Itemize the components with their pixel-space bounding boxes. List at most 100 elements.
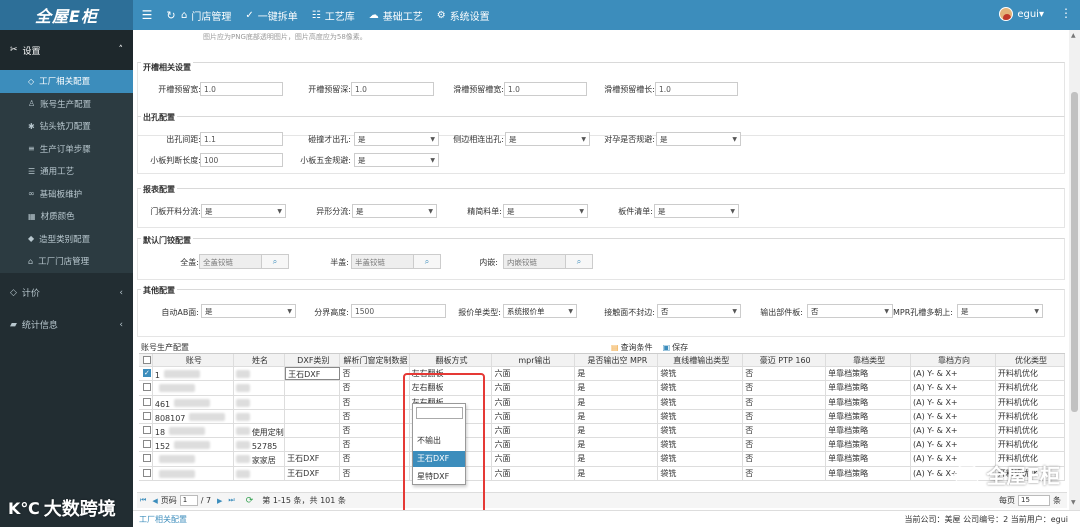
- grid-cell[interactable]: 开料机优化: [996, 381, 1066, 395]
- grid-cell[interactable]: 袋铣: [658, 452, 744, 466]
- grid-cell[interactable]: 否: [340, 381, 410, 395]
- select-shape-split[interactable]: 是 ▼: [352, 204, 437, 218]
- grid-cell[interactable]: 单靠档策略: [826, 381, 912, 395]
- select-all-checkbox[interactable]: [143, 356, 152, 364]
- sidebar-item-material-color[interactable]: ▦ 材质颜色: [0, 205, 133, 228]
- menu-toggle-icon[interactable]: ☰: [133, 8, 161, 22]
- grid-cell[interactable]: 否: [340, 452, 410, 466]
- cell-name[interactable]: [234, 466, 286, 480]
- grid-cell[interactable]: 单靠档策略: [826, 438, 912, 452]
- sidebar-group-stats[interactable]: ▰ 统计信息 ‹: [0, 309, 133, 341]
- column-header[interactable]: 翻板方式: [410, 354, 493, 367]
- grid-cell[interactable]: 是: [575, 423, 659, 438]
- select-output-part[interactable]: 否 ▼: [807, 304, 893, 318]
- table-row[interactable]: 461否左右翻板六面是袋铣否单靠档策略(A) Y- & X+开料机优化: [139, 395, 1066, 410]
- sidebar-item-factory-config[interactable]: ◇ 工厂相关配置: [0, 70, 133, 93]
- refresh-grid-icon[interactable]: ⟳: [246, 496, 254, 506]
- select-simple-list[interactable]: 是 ▼: [503, 204, 588, 218]
- grid-cell[interactable]: 否: [340, 423, 410, 438]
- grid-cell[interactable]: 是: [575, 466, 659, 480]
- column-header[interactable]: 是否输出空 MPR: [575, 354, 659, 367]
- sidebar-item-order-steps[interactable]: ≡ 生产订单步骤: [0, 138, 133, 161]
- grid-cell[interactable]: 否: [743, 367, 827, 381]
- column-header[interactable]: 豪迈 PTP 160: [743, 354, 827, 367]
- column-header[interactable]: 直线槽输出类型: [658, 354, 744, 367]
- select-avoid[interactable]: 是 ▼: [656, 132, 741, 146]
- grid-cell[interactable]: 六面: [492, 466, 576, 480]
- nav-process-library[interactable]: ☷ 工艺库: [312, 8, 355, 23]
- cell-name[interactable]: 52785: [234, 438, 286, 452]
- grid-cell[interactable]: 袋铣: [658, 367, 744, 381]
- refresh-icon[interactable]: ↻: [161, 9, 181, 22]
- header-checkbox-cell[interactable]: [139, 354, 153, 367]
- cell-name[interactable]: [234, 367, 286, 381]
- grid-cell[interactable]: 六面: [492, 438, 576, 452]
- grid-cell[interactable]: 是: [575, 395, 659, 409]
- grid-cell[interactable]: 否: [743, 423, 827, 438]
- grid-cell[interactable]: 开料机优化: [996, 423, 1066, 438]
- column-header[interactable]: 优化类型: [996, 354, 1066, 367]
- grid-cell[interactable]: 是: [575, 452, 659, 466]
- sidebar-item-general-process[interactable]: ☰ 通用工艺: [0, 160, 133, 183]
- row-checkbox[interactable]: [143, 468, 151, 477]
- row-checkbox-cell[interactable]: [139, 367, 153, 381]
- row-checkbox-cell[interactable]: [139, 438, 153, 452]
- grid-cell[interactable]: 单靠档策略: [826, 423, 912, 438]
- user-menu[interactable]: egui ▾: [999, 7, 1044, 21]
- cell-account[interactable]: 1: [153, 367, 234, 381]
- row-checkbox-cell[interactable]: [139, 466, 153, 480]
- select-small-hw[interactable]: 是 ▼: [354, 153, 439, 167]
- row-checkbox[interactable]: [143, 454, 151, 463]
- grid-cell[interactable]: 开料机优化: [996, 395, 1066, 409]
- grid-cell[interactable]: 否: [340, 438, 410, 452]
- grid-cell[interactable]: (A) Y- & X+: [911, 438, 996, 452]
- grid-cell[interactable]: 否: [340, 395, 410, 409]
- cell-dxf-type[interactable]: 王石DXF: [285, 466, 341, 480]
- grid-cell[interactable]: 六面: [492, 423, 576, 438]
- input-slide-length[interactable]: 1.0: [655, 82, 738, 96]
- select-contact-edge[interactable]: 否 ▼: [657, 304, 741, 318]
- grid-cell[interactable]: 否: [743, 409, 827, 423]
- table-row[interactable]: 家家居王石DXF否左右翻板六面是袋铣否单靠档策略(A) Y- & X+开料机优化: [139, 452, 1066, 467]
- cell-account[interactable]: [153, 466, 234, 480]
- cell-account[interactable]: [153, 452, 234, 466]
- row-checkbox[interactable]: [143, 367, 151, 380]
- row-checkbox-cell[interactable]: [139, 409, 153, 423]
- cell-dxf-type[interactable]: 王石DXF: [285, 367, 341, 381]
- select-collide[interactable]: 是 ▼: [354, 132, 439, 146]
- input-slot-depth[interactable]: 1.0: [351, 82, 434, 96]
- grid-cell[interactable]: 单靠档策略: [826, 452, 912, 466]
- sidebar-group-settings[interactable]: ✂ 设置 ˄: [0, 30, 133, 70]
- grid-cell[interactable]: 开料机优化: [996, 409, 1066, 423]
- page-input[interactable]: 1: [179, 495, 198, 506]
- scrollbar-thumb[interactable]: [1071, 92, 1078, 412]
- column-header[interactable]: 靠档方向: [911, 354, 996, 367]
- select-auto-ab[interactable]: 是 ▼: [201, 304, 296, 318]
- select-quote-type[interactable]: 系统报价单 ▼: [503, 304, 577, 318]
- table-row[interactable]: 18使用定制否左右翻板六面是袋铣否单靠档策略(A) Y- & X+开料机优化: [139, 423, 1066, 439]
- page-scrollbar[interactable]: ▲ ▼: [1069, 30, 1080, 510]
- next-page-icon[interactable]: ▶: [217, 497, 222, 505]
- input-inset[interactable]: 内嵌铰链: [503, 254, 567, 269]
- cell-dxf-type[interactable]: [285, 395, 341, 409]
- select-board-list[interactable]: 是 ▼: [654, 204, 739, 218]
- cell-account[interactable]: [153, 381, 234, 395]
- grid-cell[interactable]: 袋铣: [658, 395, 744, 409]
- save-button[interactable]: ▣ 保存: [663, 342, 689, 353]
- sidebar-item-factory-store[interactable]: ⌂ 工厂门店管理: [0, 250, 133, 273]
- search-button-inset[interactable]: ⌕: [565, 254, 593, 269]
- grid-cell[interactable]: 否: [340, 466, 410, 480]
- nav-store-management[interactable]: ⌂ 门店管理: [181, 8, 231, 23]
- grid-cell[interactable]: 否: [340, 409, 410, 423]
- cell-account[interactable]: 808107: [153, 409, 234, 423]
- row-checkbox-cell[interactable]: [139, 452, 153, 466]
- sidebar-item-account-production[interactable]: ♙ 账号生产配置: [0, 93, 133, 116]
- grid-cell[interactable]: (A) Y- & X+: [911, 409, 996, 423]
- select-side-hole[interactable]: 是 ▼: [505, 132, 590, 146]
- grid-cell[interactable]: 是: [575, 367, 659, 381]
- select-door-split[interactable]: 是 ▼: [201, 204, 286, 218]
- sidebar-item-drill-config[interactable]: ✱ 钻头铣刀配置: [0, 115, 133, 138]
- input-hole-spacing[interactable]: 1.1: [200, 132, 283, 146]
- grid-cell[interactable]: 否: [743, 381, 827, 395]
- page-size-select[interactable]: 15: [1018, 495, 1050, 506]
